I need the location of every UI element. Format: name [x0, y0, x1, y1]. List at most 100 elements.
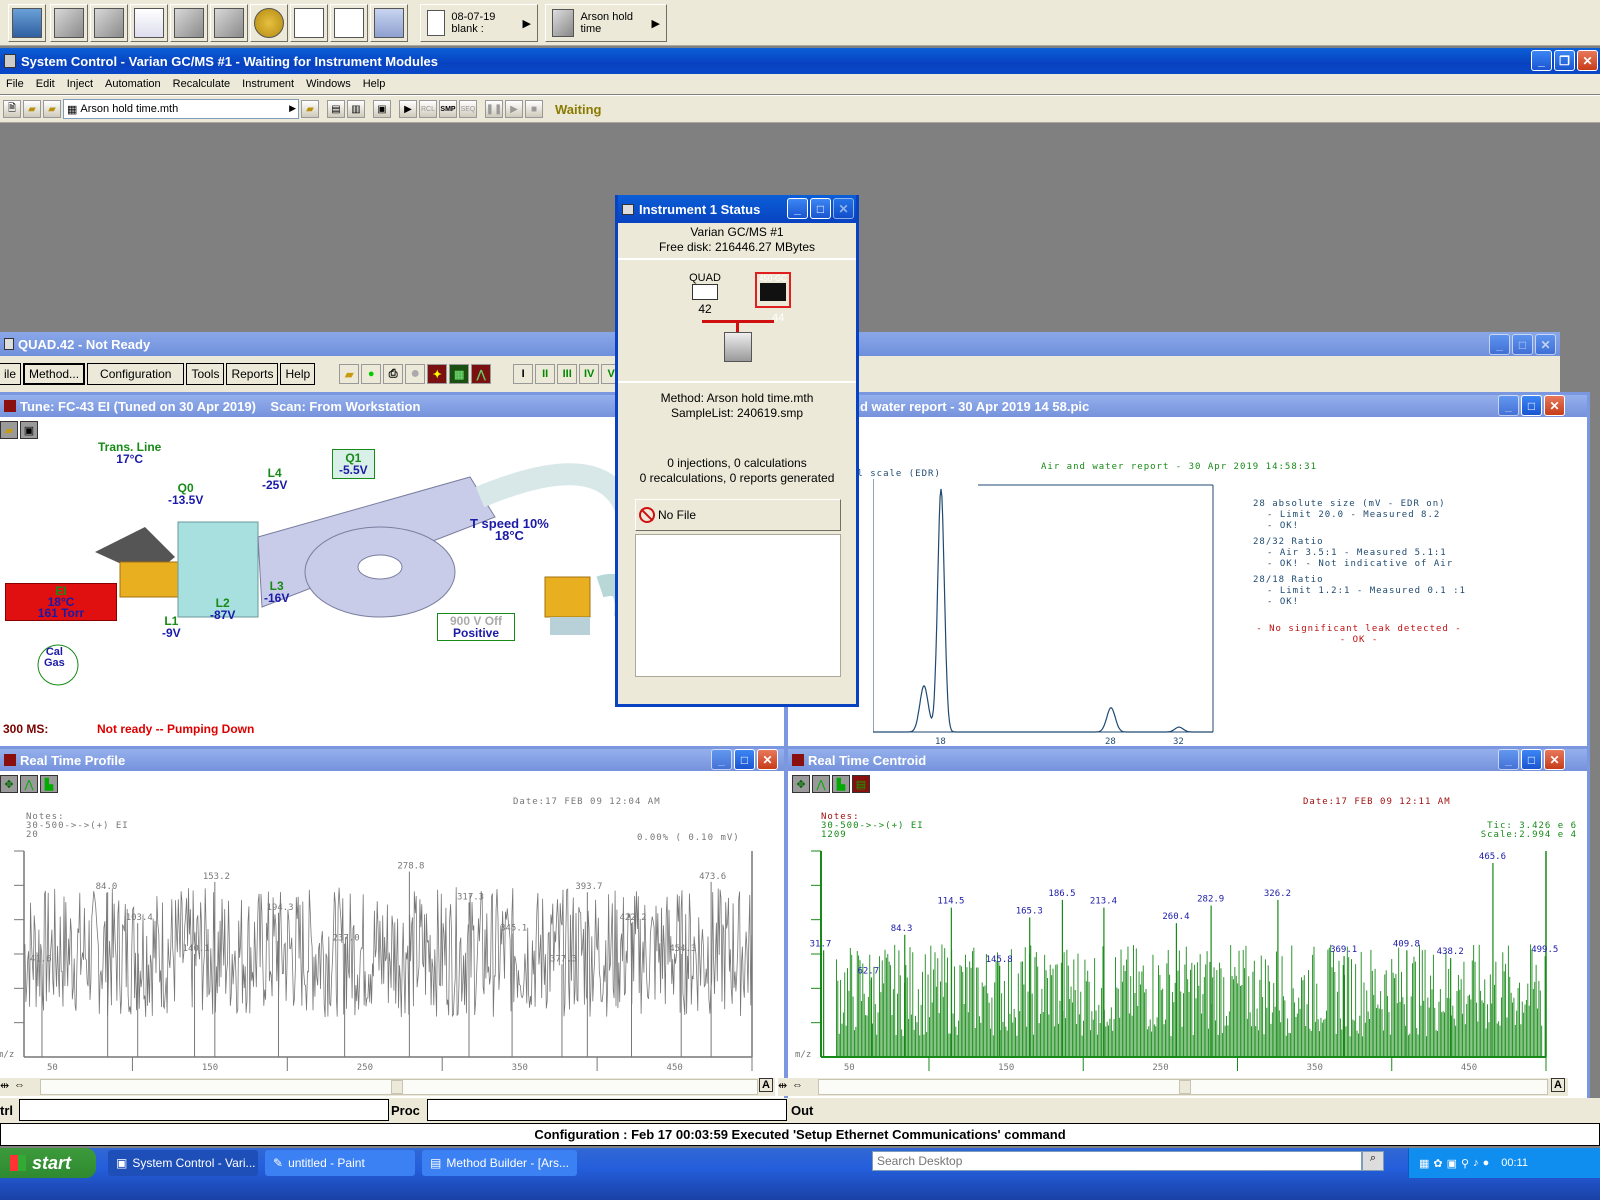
- recent-method-launcher[interactable]: Arson hold time ▶: [545, 4, 667, 42]
- quad-menu-reports[interactable]: Reports: [226, 363, 279, 385]
- peak-pick-button[interactable]: ⋀: [20, 775, 38, 793]
- sample-list-launcher[interactable]: [90, 4, 128, 42]
- expand-button[interactable]: ⇔: [14, 1079, 25, 1091]
- convert-launcher[interactable]: [290, 4, 328, 42]
- gc-module[interactable]: 450-GC: [755, 272, 791, 308]
- q0-label[interactable]: Q0 -13.5V: [168, 482, 203, 506]
- restore-button[interactable]: ❐: [1554, 50, 1575, 71]
- menu-instrument[interactable]: Instrument: [236, 78, 300, 90]
- minimize-button[interactable]: _: [1531, 50, 1552, 71]
- aw-minimize-button[interactable]: _: [1498, 395, 1519, 416]
- l2-label[interactable]: L2 -87V: [210, 597, 235, 621]
- quad-menu-method[interactable]: Method...: [23, 363, 86, 385]
- quad-menu-configuration[interactable]: Configuration: [87, 363, 185, 385]
- ion-source-status[interactable]: EI 18°C 161 Torr: [5, 583, 117, 621]
- menu-inject[interactable]: Inject: [61, 78, 99, 90]
- profile-close-button[interactable]: ✕: [757, 749, 778, 770]
- menu-automation[interactable]: Automation: [99, 78, 167, 90]
- module-iii-button[interactable]: III: [557, 364, 578, 384]
- peak-pick-button[interactable]: ⋀: [812, 775, 830, 793]
- profile-minimize-button[interactable]: _: [711, 749, 732, 770]
- reports-launcher[interactable]: [330, 4, 368, 42]
- library-search-button[interactable]: ▤: [852, 775, 870, 793]
- l1-label[interactable]: L1 -9V: [162, 615, 181, 639]
- smp-button[interactable]: SMP: [439, 100, 457, 118]
- edit-method-button[interactable]: ▤: [327, 100, 345, 118]
- l4-label[interactable]: L4 -25V: [262, 467, 287, 491]
- task-paint[interactable]: ✎ untitled - Paint: [265, 1150, 415, 1176]
- centroid-minimize-button[interactable]: _: [1498, 749, 1519, 770]
- tune-button[interactable]: ✦: [427, 364, 448, 384]
- status-circle-button[interactable]: ●: [405, 364, 426, 384]
- dcp-icon[interactable]: ●: [1483, 1157, 1490, 1169]
- quad-module[interactable]: QUAD 42: [689, 272, 721, 316]
- profile-maximize-button[interactable]: □: [734, 749, 755, 770]
- seq-button[interactable]: SEQ: [459, 100, 477, 118]
- cal-gas-label[interactable]: Cal Gas: [44, 647, 65, 669]
- dialog-close-button[interactable]: ✕: [833, 198, 854, 219]
- method-builder-launcher[interactable]: [50, 4, 88, 42]
- printer-button[interactable]: ⎙: [383, 364, 404, 384]
- fit-button[interactable]: ⇹: [0, 1079, 9, 1092]
- file-status-button[interactable]: No File: [635, 499, 841, 531]
- dialog-maximize-button[interactable]: □: [810, 198, 831, 219]
- quad-menu-help[interactable]: Help: [280, 363, 316, 385]
- quad-maximize-button[interactable]: □: [1512, 334, 1533, 355]
- zoom-axis-button[interactable]: ✥: [792, 775, 810, 793]
- network-disconnected-icon[interactable]: ▣: [1447, 1157, 1457, 1170]
- volume-muted-icon[interactable]: ♪: [1473, 1157, 1479, 1169]
- traffic-light-icon[interactable]: ●: [361, 364, 382, 384]
- open-method-button[interactable]: ▰: [301, 100, 319, 118]
- play-button[interactable]: ▶: [505, 100, 523, 118]
- profile-scrollbar[interactable]: ⇹ ⇔ A: [0, 1078, 775, 1096]
- centroid-view-button[interactable]: ▙: [40, 775, 58, 793]
- fit-button[interactable]: ⇹: [778, 1079, 787, 1092]
- dialog-minimize-button[interactable]: _: [787, 198, 808, 219]
- zoom-axis-button[interactable]: ✥: [0, 775, 18, 793]
- q1-label[interactable]: Q1 -5.5V: [332, 449, 375, 479]
- scroll-thumb[interactable]: [391, 1080, 403, 1094]
- ms-spectra-launcher[interactable]: [170, 4, 208, 42]
- centroid-view-button[interactable]: ▙: [832, 775, 850, 793]
- module-ii-button[interactable]: II: [535, 364, 556, 384]
- turbo-status[interactable]: T speed 10% 18°C: [470, 517, 549, 542]
- table-button[interactable]: ▦: [449, 364, 470, 384]
- open-folder-2-button[interactable]: ▰: [43, 100, 61, 118]
- search-desktop-input[interactable]: [872, 1151, 1362, 1171]
- instrument-button[interactable]: ▣: [373, 100, 391, 118]
- security-launcher[interactable]: [250, 4, 288, 42]
- proc-panel[interactable]: [427, 1099, 787, 1121]
- start-button[interactable]: start: [0, 1148, 96, 1178]
- quad-menu-file[interactable]: ile: [0, 363, 22, 385]
- quad-close-button[interactable]: ✕: [1535, 334, 1556, 355]
- search-tray-icon[interactable]: ⚲: [1461, 1157, 1469, 1170]
- autoscale-button[interactable]: A: [759, 1078, 773, 1092]
- open-folder-button[interactable]: ▰: [23, 100, 41, 118]
- module-i-button[interactable]: I: [513, 364, 534, 384]
- network-icon[interactable]: ▦: [1419, 1157, 1429, 1170]
- new-file-button[interactable]: 🗎: [3, 100, 21, 118]
- autoscale-button[interactable]: A: [1551, 1078, 1565, 1092]
- close-button[interactable]: ✕: [1577, 50, 1598, 71]
- system-control-launcher[interactable]: [8, 4, 46, 42]
- task-system-control[interactable]: ▣ System Control - Vari...: [108, 1150, 258, 1176]
- pause-button[interactable]: ❚❚: [485, 100, 503, 118]
- ms-custom-launcher[interactable]: [210, 4, 248, 42]
- method-combo[interactable]: ▦ Arson hold time.mth ▶: [63, 99, 299, 119]
- open-folder-button[interactable]: ▰: [339, 364, 360, 384]
- menu-file[interactable]: File: [0, 78, 30, 90]
- centroid-maximize-button[interactable]: □: [1521, 749, 1542, 770]
- edit-samplelist-button[interactable]: ▥: [347, 100, 365, 118]
- aw-maximize-button[interactable]: □: [1521, 395, 1542, 416]
- injection-launcher[interactable]: [370, 4, 408, 42]
- l3-label[interactable]: L3 -16V: [264, 580, 289, 604]
- scroll-thumb[interactable]: [1179, 1080, 1191, 1094]
- quad-menu-tools[interactable]: Tools: [186, 363, 225, 385]
- expand-button[interactable]: ⇔: [792, 1079, 803, 1091]
- centroid-close-button[interactable]: ✕: [1544, 749, 1565, 770]
- stop-button[interactable]: ■: [525, 100, 543, 118]
- inject-button[interactable]: ▶: [399, 100, 417, 118]
- menu-help[interactable]: Help: [357, 78, 392, 90]
- aw-close-button[interactable]: ✕: [1544, 395, 1565, 416]
- menu-recalculate[interactable]: Recalculate: [167, 78, 236, 90]
